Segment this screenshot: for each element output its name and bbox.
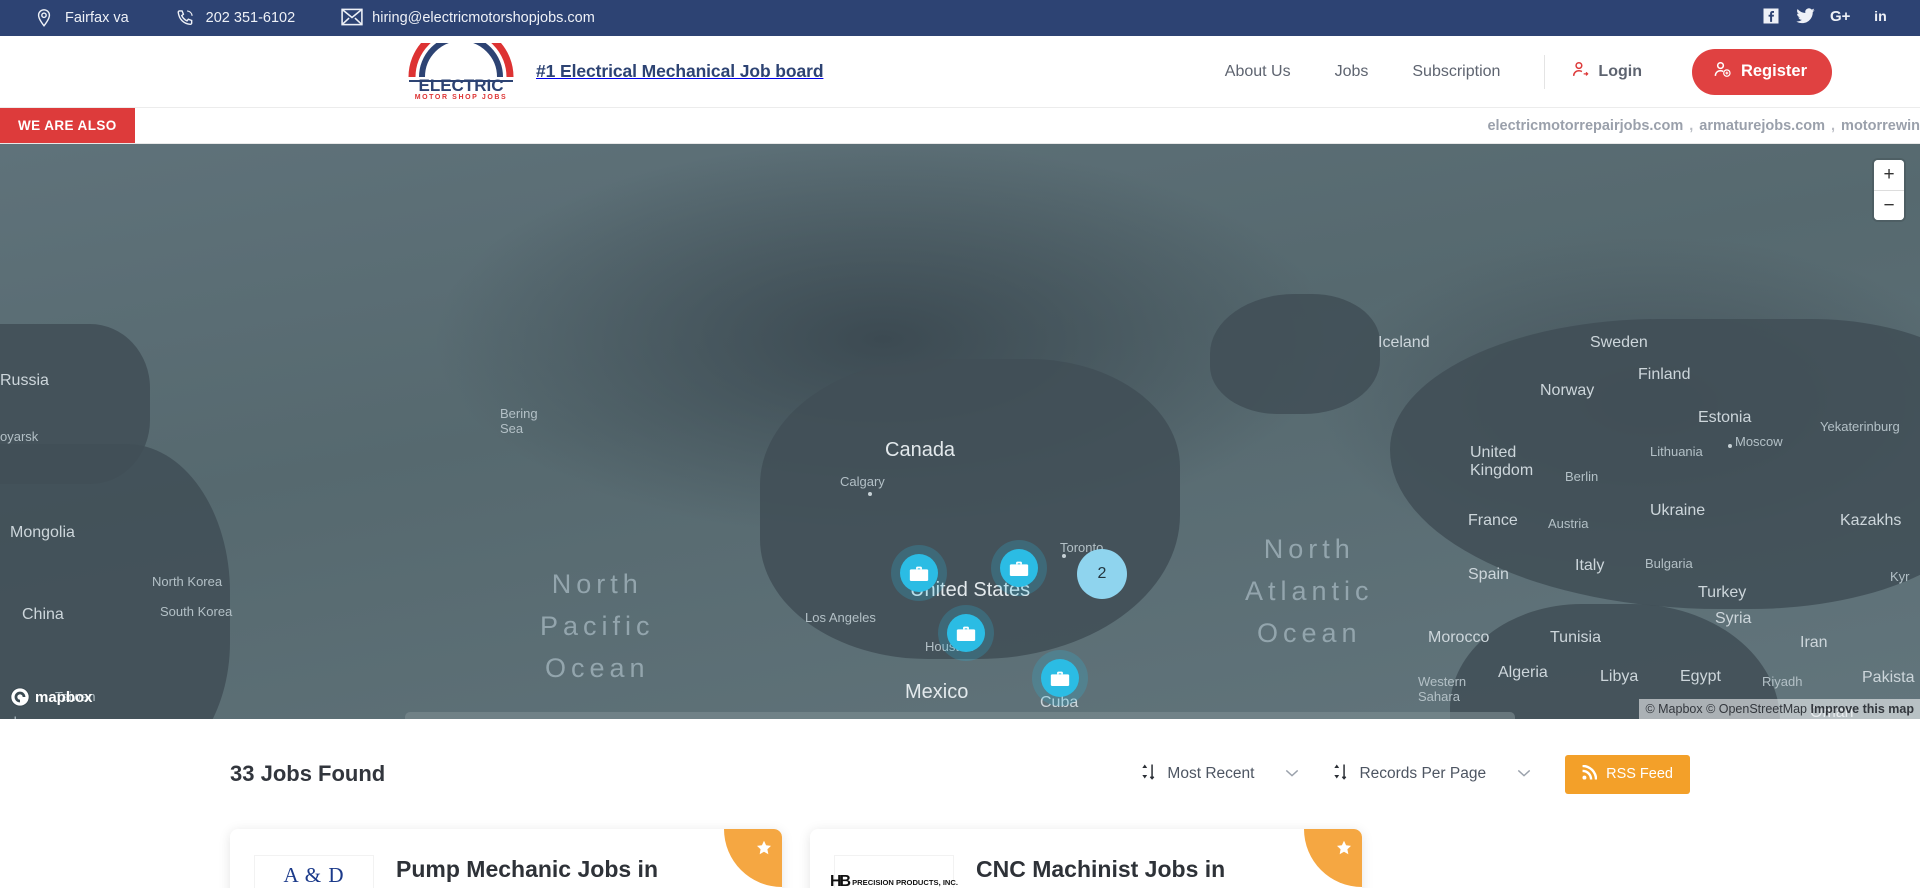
facebook-icon[interactable] [1761, 6, 1781, 30]
social-links: G+ in [1761, 6, 1896, 30]
briefcase-icon [956, 625, 976, 642]
jobs-map[interactable]: NorthPacificOcean NorthAtlanticOcean Ice… [0, 144, 1920, 719]
improve-map-link[interactable]: Improve this map [1811, 702, 1915, 716]
sort-label: Most Recent [1167, 765, 1254, 783]
nav-item-about-us[interactable]: About Us [1225, 63, 1291, 81]
job-title[interactable]: CNC Machinist Jobs in Greenville RI [976, 855, 1338, 888]
map-dot-calgary [868, 492, 872, 496]
cluster-count: 2 [1098, 565, 1107, 583]
job-marker-3[interactable] [947, 614, 985, 652]
main-navigation: About Us Jobs Subscription Login [1225, 49, 1896, 95]
jobs-found-count: 33 Jobs Found [230, 761, 385, 787]
company-logo: A & D INDUSTRIAL PUMP REPAIR CO, INC. [254, 855, 374, 888]
zoom-in-button[interactable]: + [1874, 160, 1904, 190]
rss-feed-button[interactable]: RSS Feed [1565, 755, 1690, 794]
partner-link-3[interactable]: motorrewin [1841, 118, 1920, 134]
sort-arrows-icon [1333, 763, 1348, 785]
mapbox-circle-icon [10, 687, 30, 707]
register-button[interactable]: Register [1692, 49, 1832, 95]
job-title[interactable]: Pump Mechanic Jobs in Port Reading New J… [396, 855, 758, 888]
attribution-text: © Mapbox © OpenStreetMap [1645, 702, 1807, 716]
results-toolbar: 33 Jobs Found Most Recent [0, 719, 1920, 829]
job-marker-4[interactable] [1041, 659, 1079, 697]
register-label: Register [1741, 62, 1807, 81]
partner-links: electricmotorrepairjobs.com , armaturejo… [1487, 108, 1920, 143]
rss-feed-label: RSS Feed [1606, 766, 1673, 782]
results-controls: Most Recent Records Per Page [1141, 755, 1690, 794]
twitter-icon[interactable] [1795, 6, 1816, 30]
landmass-greenland [1210, 294, 1380, 414]
sort-arrows-icon [1141, 763, 1156, 785]
company-logo-sub: PRECISION PRODUCTS, INC. [852, 878, 958, 887]
job-card[interactable]: HB PRECISION PRODUCTS, INC. CNC Machinis… [810, 829, 1362, 888]
contact-phone-text: 202 351-6102 [206, 10, 296, 26]
zoom-out-button[interactable]: − [1874, 190, 1904, 220]
svg-text:G+: G+ [1830, 8, 1851, 25]
site-header: ELECTRIC MOTOR SHOP JOBS #1 Electrical M… [0, 36, 1920, 108]
contact-phone[interactable]: 202 351-6102 [175, 8, 296, 28]
mapbox-label: mapbox [35, 689, 93, 706]
user-icon [1571, 60, 1590, 84]
phone-icon [175, 8, 195, 28]
records-per-page-dropdown[interactable]: Records Per Page [1333, 763, 1531, 785]
login-button[interactable]: Login [1544, 55, 1642, 89]
landmass-siberia [0, 324, 150, 484]
logo-text-main: ELECTRIC [419, 76, 504, 95]
job-card[interactable]: A & D INDUSTRIAL PUMP REPAIR CO, INC. Pu… [230, 829, 782, 888]
map-dot-toronto [1062, 554, 1066, 558]
site-logo[interactable]: ELECTRIC MOTOR SHOP JOBS #1 Electrical M… [396, 43, 823, 101]
contact-email-text: hiring@electricmotorshopjobs.com [372, 10, 595, 26]
rss-icon [1582, 765, 1597, 784]
briefcase-icon [1050, 670, 1070, 687]
map-zoom-controls: + − [1874, 160, 1904, 220]
company-logo-lockup: HB PRECISION PRODUCTS, INC. [830, 873, 958, 888]
google-plus-icon[interactable]: G+ [1830, 6, 1860, 30]
partner-separator-1: , [1689, 118, 1693, 134]
briefcase-icon [909, 565, 929, 582]
contact-location-text: Fairfax va [65, 10, 129, 26]
records-per-page-label: Records Per Page [1359, 765, 1486, 783]
landmass-asia-east [0, 444, 230, 719]
company-logo: HB PRECISION PRODUCTS, INC. [834, 855, 954, 888]
mapbox-logo[interactable]: mapbox [10, 687, 93, 707]
star-icon [1336, 840, 1352, 856]
partner-sites-bar: WE ARE ALSO electricmotorrepairjobs.com … [0, 108, 1920, 144]
logo-text-sub: MOTOR SHOP JOBS [415, 94, 508, 101]
star-icon [756, 840, 772, 856]
svg-text:in: in [1874, 9, 1887, 25]
top-contact-bar: Fairfax va 202 351-6102 hiring@electricm… [0, 0, 1920, 36]
linkedin-icon[interactable]: in [1874, 6, 1896, 30]
site-tagline: #1 Electrical Mechanical Job board [536, 61, 823, 82]
job-marker-1[interactable] [900, 554, 938, 592]
envelope-icon [341, 8, 361, 28]
job-results-list: A & D INDUSTRIAL PUMP REPAIR CO, INC. Pu… [230, 829, 1690, 888]
logo-mark: ELECTRIC MOTOR SHOP JOBS [396, 43, 526, 101]
company-logo-main: A & D [283, 865, 344, 886]
chevron-down-icon [1517, 767, 1531, 781]
sort-dropdown[interactable]: Most Recent [1141, 763, 1299, 785]
chevron-down-icon [1285, 767, 1299, 781]
partner-link-1[interactable]: electricmotorrepairjobs.com [1487, 118, 1683, 134]
we-are-also-badge: WE ARE ALSO [0, 108, 135, 143]
partner-separator-2: , [1831, 118, 1835, 134]
job-search-panel: Select Sector + Advance Search [405, 712, 1515, 719]
contact-location[interactable]: Fairfax va [34, 8, 129, 28]
partner-link-2[interactable]: armaturejobs.com [1699, 118, 1825, 134]
company-logo-mark: HB [830, 873, 849, 888]
briefcase-icon [1009, 560, 1029, 577]
map-pin-icon [34, 8, 54, 28]
marker-cluster[interactable]: 2 [1077, 549, 1127, 599]
nav-item-jobs[interactable]: Jobs [1335, 63, 1369, 81]
login-label: Login [1598, 63, 1642, 81]
contact-email[interactable]: hiring@electricmotorshopjobs.com [341, 8, 595, 28]
map-attribution: © Mapbox © OpenStreetMap Improve this ma… [1639, 699, 1920, 719]
map-dot-moscow [1728, 444, 1732, 448]
job-marker-2[interactable] [1000, 549, 1038, 587]
user-plus-icon [1713, 60, 1732, 84]
nav-item-subscription[interactable]: Subscription [1412, 63, 1500, 81]
